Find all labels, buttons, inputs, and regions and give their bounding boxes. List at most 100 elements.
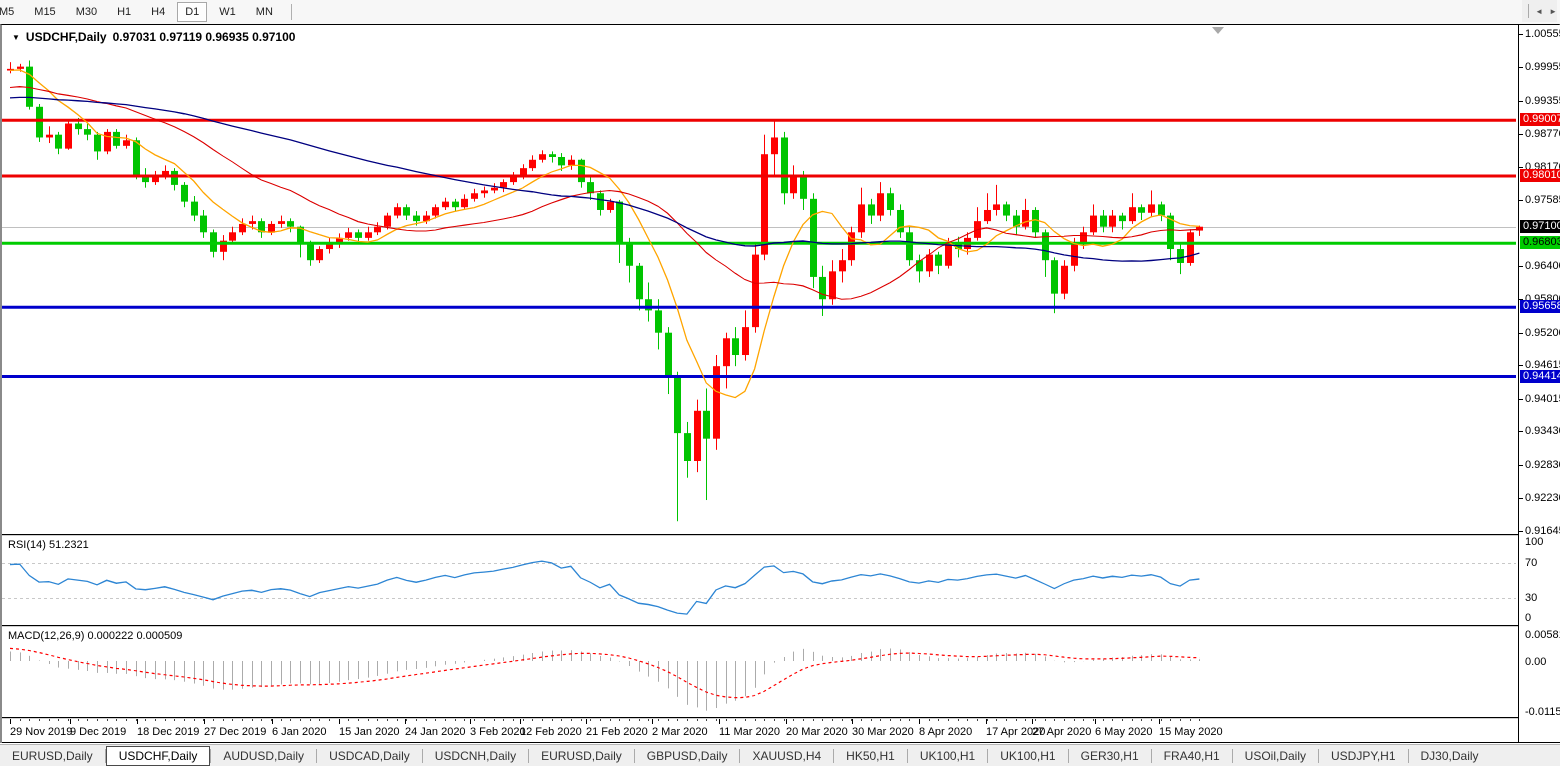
date-axis-label: 11 Mar 2020 xyxy=(719,726,780,738)
price-axis-label: 0.92230 xyxy=(1525,492,1560,505)
chart-bottom-border xyxy=(2,742,1560,743)
price-axis[interactable]: 1.005550.999550.993550.987700.981700.975… xyxy=(1518,25,1560,742)
date-axis[interactable]: 29 Nov 2019 9 Dec 2019 18 Dec 2019 27 Dec 2… xyxy=(2,724,1518,742)
chart-tab-usdchf-daily[interactable]: USDCHF,Daily xyxy=(105,746,211,766)
resistance-price-box: 0.99007 xyxy=(1520,113,1560,127)
price-axis-label: 0.92830 xyxy=(1525,458,1560,471)
date-axis-label: 2 Mar 2020 xyxy=(652,726,708,738)
price-tick-mark xyxy=(1519,398,1523,400)
date-axis-label: 9 Dec 2019 xyxy=(70,726,127,738)
price-axis-label: 0.93430 xyxy=(1525,425,1560,438)
price-tick-mark xyxy=(1519,431,1523,433)
date-axis-label: 12 Feb 2020 xyxy=(520,726,582,738)
chart-tab-ger30-h1[interactable]: GER30,H1 xyxy=(1069,746,1151,766)
chart-tab-audusd-daily[interactable]: AUDUSD,Daily xyxy=(211,746,316,766)
date-axis-label: 3 Feb 2020 xyxy=(470,726,526,738)
support-price-box: 0.94414 xyxy=(1520,369,1560,383)
chart-tab-hk50-h1[interactable]: HK50,H1 xyxy=(834,746,907,766)
chart-tab-bar: EURUSD,Daily USDCHF,Daily AUDUSD,Daily USDC… xyxy=(0,744,1560,766)
price-axis-label: 0.96400 xyxy=(1525,259,1560,272)
pane-splitter xyxy=(2,717,1560,719)
chart-window: ▼ USDCHF,Daily 0.97031 0.97119 0.96935 0… xyxy=(0,24,1560,743)
chart-ohlc-quotes: 0.97031 0.97119 0.96935 0.97100 xyxy=(112,30,296,44)
macd-axis-label: 0.00 xyxy=(1525,656,1547,668)
date-axis-label: 15 Jan 2020 xyxy=(339,726,400,738)
rsi-pane-canvas[interactable] xyxy=(2,536,1516,624)
rsi-axis-label: 70 xyxy=(1525,557,1538,569)
date-axis-label: 20 Mar 2020 xyxy=(786,726,848,738)
pane-splitter[interactable] xyxy=(2,625,1560,627)
chart-tab-uk100-h1[interactable]: UK100,H1 xyxy=(988,746,1067,766)
date-axis-label: 6 Jan 2020 xyxy=(272,726,327,738)
date-axis-label: 8 Apr 2020 xyxy=(919,726,973,738)
chart-tab-eurusd-daily[interactable]: EURUSD,Daily xyxy=(529,746,634,766)
symbol-dropdown-icon[interactable]: ▼ xyxy=(12,33,20,42)
rsi-value: 51.2321 xyxy=(48,539,89,551)
price-axis-label: 0.95200 xyxy=(1525,326,1560,339)
price-axis-label: 0.99355 xyxy=(1525,94,1560,107)
price-tick-mark xyxy=(1519,498,1523,500)
date-axis-label: 24 Jan 2020 xyxy=(405,726,466,738)
chart-title: ▼ USDCHF,Daily 0.97031 0.97119 0.96935 0… xyxy=(12,30,295,44)
price-tick-mark xyxy=(1519,167,1523,169)
price-tick-mark xyxy=(1519,365,1523,367)
date-axis-label: 21 Feb 2020 xyxy=(586,726,648,738)
current-price-price-box: 0.97100 xyxy=(1520,219,1560,233)
macd-signal-value: 0.000509 xyxy=(136,630,183,642)
timeframe-button-w1[interactable]: W1 xyxy=(211,2,244,22)
support-price-box: 0.96803 xyxy=(1520,236,1560,250)
chart-shift-marker-icon[interactable] xyxy=(1212,27,1224,34)
timeframe-button-m15[interactable]: M15 xyxy=(26,2,63,22)
timeframe-button-m5[interactable]: M5 xyxy=(0,2,22,22)
rsi-axis-label: 30 xyxy=(1525,592,1538,604)
rsi-name: RSI(14) xyxy=(8,539,46,551)
price-tick-mark xyxy=(1519,464,1523,466)
resistance-price-box: 0.98010 xyxy=(1520,168,1560,182)
rsi-axis-label: 100 xyxy=(1525,536,1544,548)
divider xyxy=(1528,4,1530,18)
timeframe-button-h1[interactable]: H1 xyxy=(109,2,139,22)
date-axis-label: 6 May 2020 xyxy=(1095,726,1153,738)
date-axis-label: 15 May 2020 xyxy=(1159,726,1223,738)
tab-scroll-left-icon[interactable]: ◄ xyxy=(1535,7,1543,16)
date-axis-label: 27 Dec 2019 xyxy=(204,726,267,738)
price-tick-mark xyxy=(1519,34,1523,35)
chart-tab-usdcad-daily[interactable]: USDCAD,Daily xyxy=(317,746,422,766)
price-axis-label: 0.94015 xyxy=(1525,392,1560,405)
chart-tab-usdjpy-h1[interactable]: USDJPY,H1 xyxy=(1319,746,1407,766)
price-tick-mark xyxy=(1519,199,1523,201)
chart-tab-dj30-daily[interactable]: DJ30,Daily xyxy=(1409,746,1491,766)
macd-name: MACD(12,26,9) xyxy=(8,630,85,642)
chart-tab-gbpusd-daily[interactable]: GBPUSD,Daily xyxy=(635,746,740,766)
timeframe-button-m30[interactable]: M30 xyxy=(68,2,105,22)
macd-axis-label: -0.01151 xyxy=(1525,706,1560,718)
chart-tab-eurusd-daily[interactable]: EURUSD,Daily xyxy=(0,746,105,766)
price-axis-label: 1.00555 xyxy=(1525,28,1560,40)
price-tick-mark xyxy=(1519,100,1523,102)
tab-scrollers: ◄ ► xyxy=(1522,0,1557,22)
date-axis-label: 30 Mar 2020 xyxy=(852,726,914,738)
timeframe-button-mn[interactable]: MN xyxy=(248,2,281,22)
date-axis-label: 29 Nov 2019 xyxy=(10,726,73,738)
macd-pane-canvas[interactable] xyxy=(2,627,1516,717)
chart-tab-fra40-h1[interactable]: FRA40,H1 xyxy=(1152,746,1232,766)
chart-tab-usoil-daily[interactable]: USOil,Daily xyxy=(1233,746,1318,766)
chart-tab-uk100-h1[interactable]: UK100,H1 xyxy=(908,746,987,766)
pane-splitter[interactable] xyxy=(2,534,1560,536)
mt4-window: M5 M15 M30 H1 H4 D1 W1 MN ▼ USDCHF,Daily 0.9703… xyxy=(0,0,1560,766)
price-tick-mark xyxy=(1519,530,1523,532)
rsi-indicator-label: RSI(14) 51.2321 xyxy=(8,539,89,551)
price-axis-label: 0.99955 xyxy=(1525,61,1560,74)
price-chart-canvas[interactable] xyxy=(2,26,1516,533)
price-tick-mark xyxy=(1519,265,1523,267)
price-axis-label: 0.97585 xyxy=(1525,193,1560,206)
chart-tab-usdcnh-daily[interactable]: USDCNH,Daily xyxy=(423,746,528,766)
macd-indicator-label: MACD(12,26,9) 0.000222 0.000509 xyxy=(8,630,182,642)
chart-tab-xauusd-h4[interactable]: XAUUSD,H4 xyxy=(740,746,833,766)
timeframe-button-d1[interactable]: D1 xyxy=(177,2,208,22)
date-axis-label: 18 Dec 2019 xyxy=(137,726,200,738)
chart-symbol-label: USDCHF,Daily xyxy=(25,30,107,44)
timeframe-button-h4[interactable]: H4 xyxy=(143,2,173,22)
toolbar-separator xyxy=(290,4,292,20)
tab-scroll-right-icon[interactable]: ► xyxy=(1549,7,1557,16)
